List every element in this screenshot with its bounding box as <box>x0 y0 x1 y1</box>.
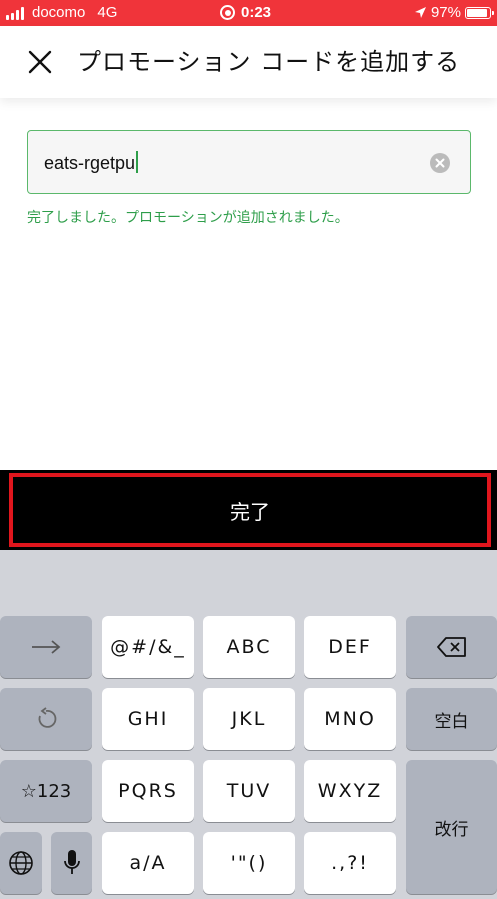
delete-key[interactable] <box>406 616 497 678</box>
carrier-name: docomo <box>32 4 86 21</box>
key-quotes[interactable]: '"() <box>203 832 295 894</box>
key-def[interactable]: DEF <box>304 616 396 678</box>
return-key[interactable]: 改行 <box>406 760 497 894</box>
key-punctuation[interactable]: .,?! <box>304 832 396 894</box>
battery-percent: 97% <box>430 4 461 21</box>
page-title: プロモーション コードを追加する <box>77 48 461 76</box>
text-cursor <box>136 151 139 173</box>
promo-code-value: eats-rgetpu <box>44 153 136 173</box>
done-button[interactable]: 完了 <box>9 473 491 547</box>
success-message: 完了しました。プロモーションが追加されました。 <box>27 210 349 226</box>
key-pqrs[interactable]: PQRS <box>102 760 194 822</box>
next-arrow-key[interactable] <box>0 616 92 678</box>
undo-icon <box>38 707 57 728</box>
battery-icon <box>465 6 494 19</box>
number-mode-key[interactable]: ☆123 <box>0 760 92 822</box>
space-key[interactable]: 空白 <box>406 688 497 750</box>
dictation-key[interactable] <box>51 832 92 894</box>
app-screen: docomo 4G 0:23 97% プロモーション コードを追加する eats… <box>0 0 497 899</box>
globe-icon <box>9 851 33 875</box>
key-abc[interactable]: ABC <box>203 616 295 678</box>
signal-strength-icon <box>6 6 26 20</box>
status-time: 0:23 <box>241 4 272 21</box>
key-ghi[interactable]: GHI <box>102 688 194 750</box>
key-symbols[interactable]: @#/&_ <box>102 616 194 678</box>
status-bar: docomo 4G 0:23 97% <box>0 0 497 26</box>
network-type: 4G <box>97 4 118 21</box>
clear-input-icon[interactable] <box>430 153 450 173</box>
arrow-right-icon <box>32 640 61 654</box>
location-arrow-icon <box>414 7 426 18</box>
screen-record-icon <box>220 5 235 20</box>
undo-key[interactable] <box>0 688 92 750</box>
close-icon[interactable] <box>26 48 54 76</box>
key-case-toggle[interactable]: a/A <box>102 832 194 894</box>
key-tuv[interactable]: TUV <box>203 760 295 822</box>
key-wxyz[interactable]: WXYZ <box>304 760 396 822</box>
key-jkl[interactable]: JKL <box>203 688 295 750</box>
keyboard: @#/&_ ABC DEF GHI JKL MNO 空白 ☆123 PQRS T… <box>0 550 497 899</box>
microphone-icon <box>63 850 80 874</box>
page-header: プロモーション コードを追加する <box>0 26 497 98</box>
promo-code-input[interactable]: eats-rgetpu <box>27 130 471 194</box>
backspace-icon <box>436 637 466 657</box>
key-mno[interactable]: MNO <box>304 688 396 750</box>
globe-key[interactable] <box>0 832 42 894</box>
